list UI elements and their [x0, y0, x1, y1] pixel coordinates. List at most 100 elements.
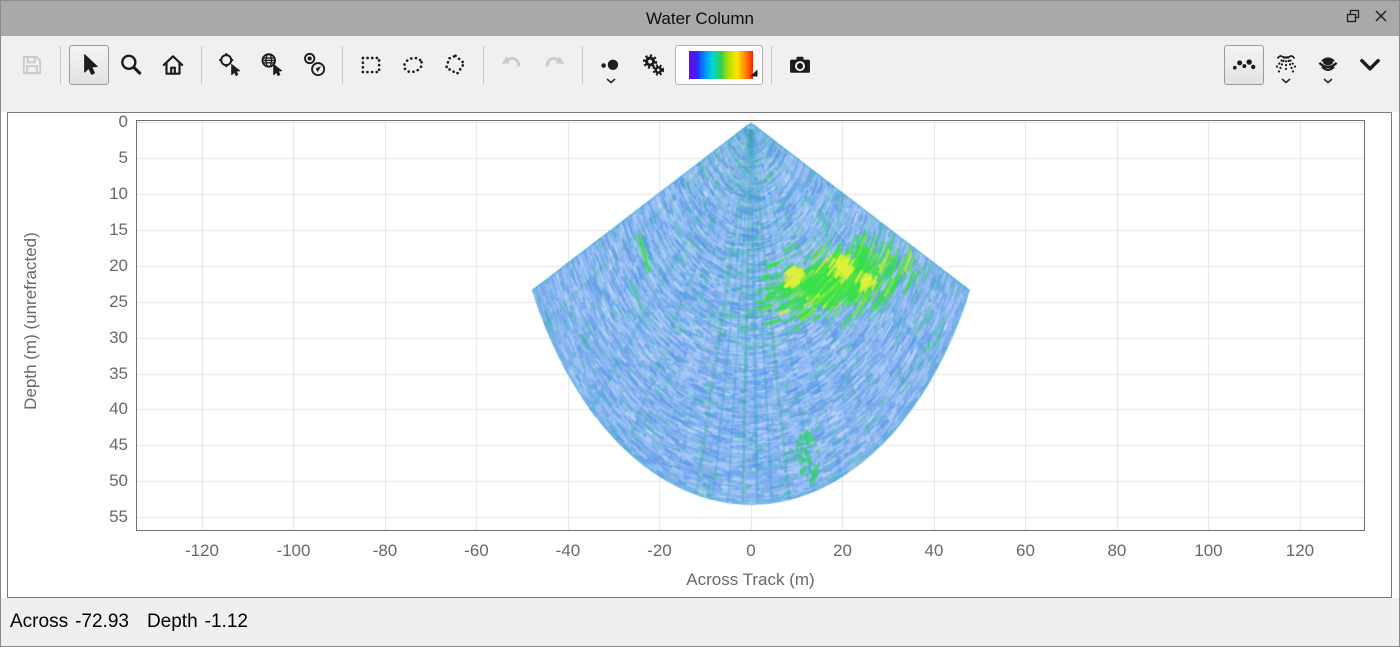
redo-icon: [541, 52, 567, 78]
more-options-button[interactable]: [1350, 45, 1390, 85]
gears-icon: [640, 52, 666, 78]
toolbar-separator: [60, 46, 61, 84]
water-column-plot[interactable]: [137, 121, 1364, 530]
x-tick-label: -100: [258, 541, 328, 561]
globe-cursor-icon: [259, 52, 285, 78]
dropdown-triangle-icon: [749, 69, 758, 77]
undo-button[interactable]: [492, 45, 532, 85]
toolbar-group: [779, 45, 821, 85]
y-tick-label: 35: [58, 363, 128, 385]
toolbar-separator: [582, 46, 583, 84]
redo-button[interactable]: [534, 45, 574, 85]
cursor-icon: [76, 52, 102, 78]
y-tick-label: 55: [58, 506, 128, 528]
camera-icon: [787, 52, 813, 78]
y-tick-label: 25: [58, 291, 128, 313]
toolbar-separator: [201, 46, 202, 84]
crosshair-cursor-icon: [217, 52, 243, 78]
beams-display-mode-button[interactable]: [1266, 45, 1306, 85]
toolbar-separator: [771, 46, 772, 84]
y-tick-label: 20: [58, 255, 128, 277]
home-view-button[interactable]: [153, 45, 193, 85]
y-tick-label: 15: [58, 219, 128, 241]
x-tick-label: 60: [990, 541, 1060, 561]
x-tick-label: 120: [1265, 541, 1335, 561]
point-size-icon: [598, 52, 624, 78]
dropdown-chevron-icon: [606, 78, 616, 84]
toolbar-right-group: [1223, 45, 1391, 85]
sonar-swath-icon: [1315, 52, 1341, 78]
dropdown-chevron-icon: [1281, 78, 1291, 84]
x-tick-label: -40: [533, 541, 603, 561]
dashed-ellipse-icon: [400, 52, 426, 78]
x-tick-label: -120: [167, 541, 237, 561]
save-icon: [19, 52, 45, 78]
toolbar-separator: [483, 46, 484, 84]
close-window-button[interactable]: [1371, 9, 1391, 29]
status-across-value: -72.93: [75, 611, 129, 633]
x-tick-label: 0: [716, 541, 786, 561]
x-tick-label: -60: [441, 541, 511, 561]
y-tick-label: 40: [58, 398, 128, 420]
dashed-rectangle-icon: [358, 52, 384, 78]
points-mode-icon: [1231, 52, 1257, 78]
y-tick-label: 30: [58, 327, 128, 349]
status-bar: Across -72.93 Depth -1.12: [1, 598, 1399, 646]
save-button[interactable]: [12, 45, 52, 85]
status-depth-value: -1.12: [205, 611, 248, 633]
toolbar-group: [491, 45, 575, 85]
status-across-label: Across: [10, 611, 68, 633]
y-tick-label: 10: [58, 183, 128, 205]
y-axis-title: Depth (m) (unrefracted): [21, 232, 41, 410]
snapshot-button[interactable]: [780, 45, 820, 85]
points-display-mode-button[interactable]: [1224, 45, 1264, 85]
x-axis-title: Across Track (m): [137, 570, 1364, 590]
target-compass-tool-button[interactable]: [294, 45, 334, 85]
x-tick-label: 80: [1082, 541, 1152, 561]
x-tick-label: 20: [807, 541, 877, 561]
y-tick-label: 0: [58, 111, 128, 133]
titlebar-buttons: [1343, 1, 1391, 36]
dropdown-chevron-icon: [1323, 78, 1333, 84]
y-tick-label: 5: [58, 147, 128, 169]
pick-geo-tool-button[interactable]: [252, 45, 292, 85]
y-tick-label: 50: [58, 470, 128, 492]
select-rectangle-tool-button[interactable]: [351, 45, 391, 85]
float-window-button[interactable]: [1343, 9, 1363, 29]
water-column-window: Water Column Across Track (m) Depth (m) …: [0, 0, 1400, 647]
undo-icon: [499, 52, 525, 78]
status-depth-label: Depth: [147, 611, 198, 633]
titlebar[interactable]: Water Column: [1, 1, 1399, 36]
zoom-icon: [118, 52, 144, 78]
chevron-down-icon: [1357, 52, 1383, 78]
point-size-button[interactable]: [591, 45, 631, 85]
pick-position-tool-button[interactable]: [210, 45, 250, 85]
toolbar: [1, 36, 1399, 112]
compass-target-icon: [301, 52, 327, 78]
colormap-swatch: [685, 51, 753, 79]
select-ellipse-tool-button[interactable]: [393, 45, 433, 85]
x-tick-label: 100: [1173, 541, 1243, 561]
home-icon: [160, 52, 186, 78]
toolbar-group: [350, 45, 476, 85]
pointer-tool-button[interactable]: [69, 45, 109, 85]
toolbar-separator: [342, 46, 343, 84]
float-icon: [1344, 7, 1362, 30]
toolbar-group: [11, 45, 53, 85]
zoom-tool-button[interactable]: [111, 45, 151, 85]
beam-fan-icon: [1273, 52, 1299, 78]
display-settings-button[interactable]: [633, 45, 673, 85]
plot-widget: Across Track (m) Depth (m) (unrefracted)…: [7, 112, 1392, 598]
colormap-button[interactable]: [675, 45, 763, 85]
window-title: Water Column: [1, 1, 1399, 36]
dashed-polygon-icon: [442, 52, 468, 78]
axes-area: [136, 120, 1365, 531]
toolbar-group: [209, 45, 335, 85]
toolbar-group: [590, 45, 764, 85]
swath-display-mode-button[interactable]: [1308, 45, 1348, 85]
x-tick-label: 40: [899, 541, 969, 561]
select-polygon-tool-button[interactable]: [435, 45, 475, 85]
x-tick-label: -80: [350, 541, 420, 561]
close-icon: [1372, 7, 1390, 30]
y-tick-label: 45: [58, 434, 128, 456]
